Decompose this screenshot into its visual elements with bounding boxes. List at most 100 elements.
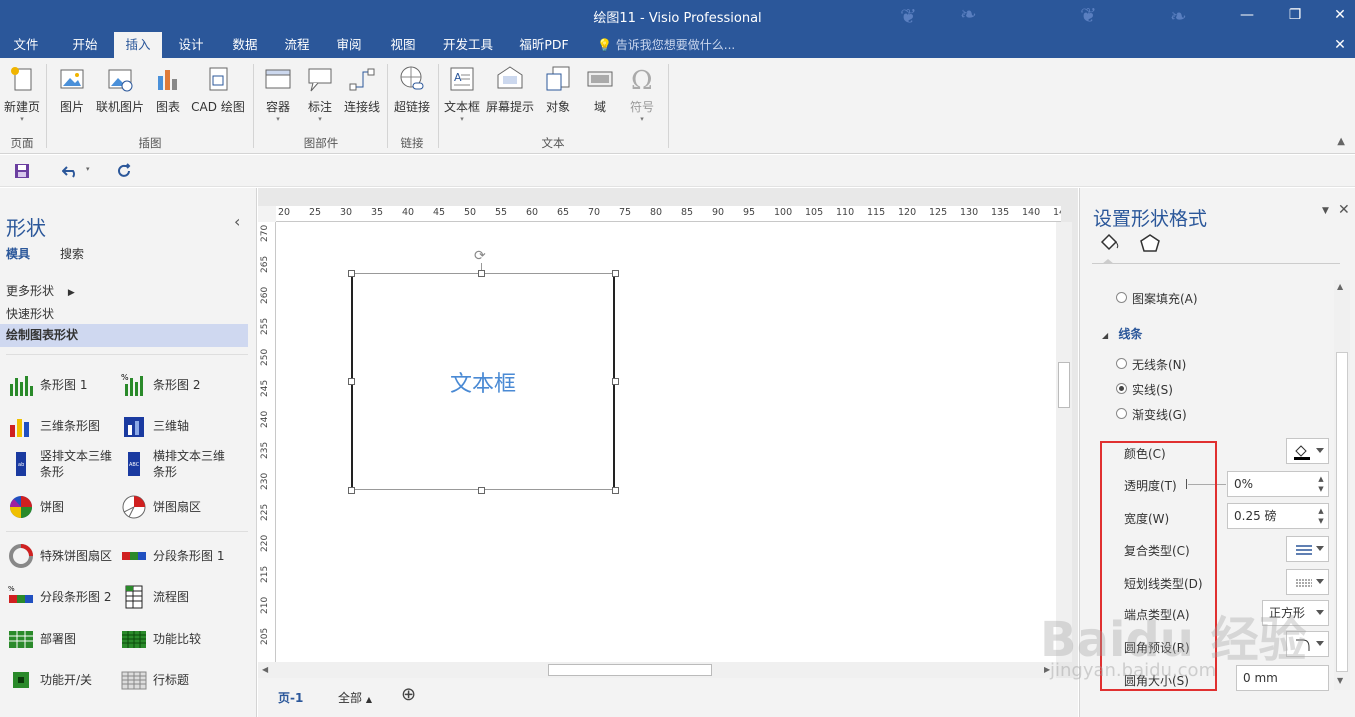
feature-toggle-icon xyxy=(13,672,29,688)
group-divider xyxy=(46,64,47,148)
effects-pentagon-icon[interactable] xyxy=(1138,232,1162,254)
scroll-down-icon[interactable]: ▼ xyxy=(1337,676,1343,685)
width-input[interactable]: 0.25 磅 ▲ ▼ xyxy=(1227,503,1329,529)
picture-button[interactable]: 图片 xyxy=(52,64,92,115)
screentip-button[interactable]: 屏幕提示 xyxy=(484,64,536,115)
resize-handle[interactable] xyxy=(348,487,355,494)
redo-icon[interactable] xyxy=(117,163,133,179)
tab-developer[interactable]: 开发工具 xyxy=(436,32,500,58)
cad-drawing-button[interactable]: CAD 绘图 xyxy=(188,64,248,115)
horizontal-scroll-thumb[interactable] xyxy=(548,664,712,676)
tab-insert[interactable]: 插入 xyxy=(114,32,162,58)
solid-line-label[interactable]: 实线(S) xyxy=(1132,381,1173,398)
fill-line-icon[interactable] xyxy=(1098,232,1122,254)
online-picture-button[interactable]: 联机图片 xyxy=(94,64,146,115)
callout-button[interactable]: 标注 ▾ xyxy=(300,64,340,123)
3d-axis-icon xyxy=(124,417,144,437)
all-pages-tab[interactable]: 全部 ▲ xyxy=(338,689,372,706)
resize-handle[interactable] xyxy=(612,487,619,494)
tab-file[interactable]: 文件 xyxy=(0,32,52,58)
connector-button[interactable]: 连接线 xyxy=(340,64,384,115)
pattern-fill-radio[interactable] xyxy=(1116,292,1127,303)
save-icon[interactable] xyxy=(14,163,30,179)
tab-review[interactable]: 审阅 xyxy=(326,32,372,58)
scroll-up-icon[interactable]: ▲ xyxy=(1337,282,1343,291)
tab-home[interactable]: 开始 xyxy=(60,32,110,58)
horizontal-scrollbar[interactable]: ◀ ▶ xyxy=(258,662,1056,678)
symbol-button[interactable]: Ω 符号 ▾ xyxy=(622,64,662,123)
format-scroll-thumb[interactable] xyxy=(1336,352,1348,672)
spin-down-icon[interactable]: ▼ xyxy=(1316,517,1326,525)
drawing-page[interactable]: 文本框 ⟳ xyxy=(276,222,1056,662)
undo-icon[interactable] xyxy=(62,163,80,179)
transparency-input[interactable]: 0% ▲ ▼ xyxy=(1227,471,1329,497)
ruler-tick-label: 25 xyxy=(309,207,322,218)
gradient-line-label[interactable]: 渐变线(G) xyxy=(1132,406,1187,423)
gradient-line-radio[interactable] xyxy=(1116,408,1127,419)
dash-type-dropdown[interactable] xyxy=(1286,569,1329,595)
spin-up-icon[interactable]: ▲ xyxy=(1316,475,1326,483)
format-pane-scrollbar[interactable]: ▲ ▼ xyxy=(1334,280,1350,690)
add-page-button[interactable]: ⊕ xyxy=(401,684,416,705)
collapse-pane-button[interactable]: ‹ xyxy=(234,212,240,231)
tell-me-box[interactable]: 💡 告诉我您想要做什么... xyxy=(597,32,735,58)
restore-button[interactable]: ❐ xyxy=(1280,4,1310,26)
compound-type-dropdown[interactable] xyxy=(1286,536,1329,562)
textbox-button[interactable]: A 文本框 ▾ xyxy=(442,64,482,123)
resize-handle[interactable] xyxy=(348,270,355,277)
ruler-tick-label: 210 xyxy=(260,596,270,614)
textbox-text[interactable]: 文本框 xyxy=(353,274,613,489)
tab-data[interactable]: 数据 xyxy=(222,32,268,58)
chart-button[interactable]: 图表 xyxy=(148,64,188,115)
vertical-scroll-thumb[interactable] xyxy=(1058,362,1070,408)
resize-handle[interactable] xyxy=(478,270,485,277)
no-line-radio[interactable] xyxy=(1116,358,1127,369)
more-shapes-item[interactable]: 更多形状 ▶ xyxy=(6,282,75,299)
page-tab-1[interactable]: 页-1 xyxy=(278,689,303,706)
ruler-tick-label: 65 xyxy=(557,207,570,218)
resize-handle[interactable] xyxy=(612,270,619,277)
minimize-button[interactable]: — xyxy=(1232,4,1262,26)
tab-design[interactable]: 设计 xyxy=(168,32,214,58)
line-color-picker[interactable] xyxy=(1286,438,1329,464)
new-page-button[interactable]: 新建页 ▾ xyxy=(2,64,42,123)
ruler-tick-label: 85 xyxy=(681,207,694,218)
line-section-header[interactable]: ◢ 线条 xyxy=(1102,325,1142,342)
ruler-tick-label: 20 xyxy=(278,207,291,218)
container-label: 容器 xyxy=(265,100,290,114)
spin-up-icon[interactable]: ▲ xyxy=(1316,507,1326,515)
close-document-button[interactable]: ✕ xyxy=(1325,34,1355,56)
dropdown-caret-icon: ▾ xyxy=(640,115,644,123)
container-button[interactable]: 容器 ▾ xyxy=(258,64,298,123)
vertical-scrollbar[interactable] xyxy=(1056,222,1072,662)
stencil-chart-shapes[interactable]: 绘制图表形状 xyxy=(0,324,248,347)
ruler-tick-label: 55 xyxy=(495,207,508,218)
hyperlink-button[interactable]: 超链接 xyxy=(390,64,434,115)
tab-search[interactable]: 搜索 xyxy=(60,245,84,262)
resize-handle[interactable] xyxy=(478,487,485,494)
resize-handle[interactable] xyxy=(612,378,619,385)
tab-view[interactable]: 视图 xyxy=(380,32,426,58)
textbox-shape[interactable]: 文本框 xyxy=(351,273,615,490)
scroll-left-icon[interactable]: ◀ xyxy=(262,665,268,674)
close-button[interactable]: ✕ xyxy=(1325,4,1355,26)
undo-dropdown-icon[interactable]: ▾ xyxy=(86,165,90,173)
rotation-handle-icon[interactable]: ⟳ xyxy=(474,248,486,264)
chart-label: 图表 xyxy=(155,100,180,114)
solid-line-radio[interactable] xyxy=(1116,383,1127,394)
quick-shapes-item[interactable]: 快速形状 xyxy=(6,305,54,322)
no-line-label[interactable]: 无线条(N) xyxy=(1132,356,1186,373)
pattern-fill-label[interactable]: 图案填充(A) xyxy=(1132,290,1198,307)
dropdown-caret-icon: ▾ xyxy=(20,115,24,123)
tab-foxit-pdf[interactable]: 福昕PDF xyxy=(512,32,576,58)
tab-stencils[interactable]: 模具 xyxy=(6,245,30,262)
tab-process[interactable]: 流程 xyxy=(274,32,320,58)
resize-handle[interactable] xyxy=(348,378,355,385)
object-button[interactable]: 对象 xyxy=(538,64,578,115)
pane-options-icon[interactable]: ▼ xyxy=(1322,206,1329,216)
screentip-label: 屏幕提示 xyxy=(485,100,534,114)
spin-down-icon[interactable]: ▼ xyxy=(1316,485,1326,493)
collapse-ribbon-icon[interactable]: ▲ xyxy=(1337,136,1345,147)
close-pane-icon[interactable]: ✕ xyxy=(1338,202,1350,218)
field-button[interactable]: 域 xyxy=(580,64,620,115)
